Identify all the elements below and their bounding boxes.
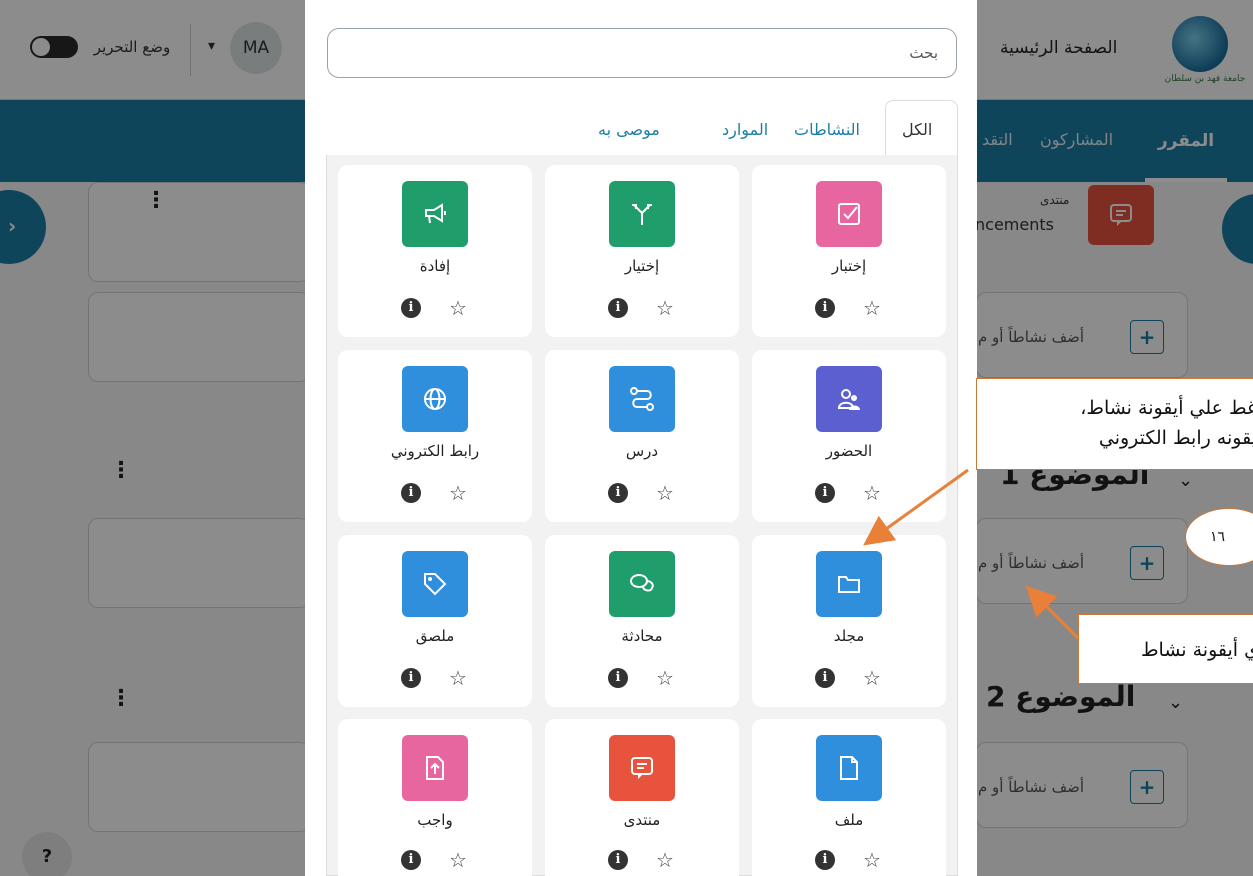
attendance-icon bbox=[816, 366, 882, 432]
activity-tile-label: رابط الكتروني bbox=[390, 442, 480, 460]
info-icon[interactable]: i bbox=[815, 850, 835, 870]
star-icon[interactable]: ☆ bbox=[863, 483, 881, 503]
callout-line: يقونه رابط الكتروني bbox=[1098, 427, 1253, 449]
search-input[interactable] bbox=[327, 28, 957, 78]
assignment-icon bbox=[402, 735, 468, 801]
instruction-callout: غط علي أيقونة نشاط، يقونه رابط الكتروني bbox=[976, 378, 1253, 470]
tab-all[interactable]: الكل bbox=[902, 120, 932, 139]
activity-tile-label: ملف bbox=[834, 811, 864, 829]
info-icon[interactable]: i bbox=[401, 668, 421, 688]
star-icon[interactable]: ☆ bbox=[656, 483, 674, 503]
tab-recommended[interactable]: موصى به bbox=[598, 120, 660, 139]
star-icon[interactable]: ☆ bbox=[449, 298, 467, 318]
activity-tile-label: ملصق bbox=[415, 627, 455, 645]
star-icon[interactable]: ☆ bbox=[449, 668, 467, 688]
star-icon[interactable]: ☆ bbox=[656, 668, 674, 688]
star-icon[interactable]: ☆ bbox=[449, 483, 467, 503]
instruction-callout: ي أيقونة نشاط bbox=[1078, 614, 1253, 684]
forum-icon bbox=[609, 735, 675, 801]
activity-tile-label: مجلد bbox=[833, 627, 865, 645]
globe-icon bbox=[402, 366, 468, 432]
megaphone-icon bbox=[402, 181, 468, 247]
chat-icon bbox=[609, 551, 675, 617]
activity-tile-label: إختبار bbox=[831, 257, 867, 275]
star-icon[interactable]: ☆ bbox=[863, 850, 881, 870]
info-icon[interactable]: i bbox=[608, 850, 628, 870]
file-icon bbox=[816, 735, 882, 801]
activity-tile-label: منتدى bbox=[623, 811, 661, 829]
tab-resources[interactable]: الموارد bbox=[722, 120, 768, 139]
info-icon[interactable]: i bbox=[608, 668, 628, 688]
info-icon[interactable]: i bbox=[815, 298, 835, 318]
info-icon[interactable]: i bbox=[608, 298, 628, 318]
info-icon[interactable]: i bbox=[401, 850, 421, 870]
activity-tile-label: درس bbox=[625, 442, 659, 460]
checkbox-icon bbox=[816, 181, 882, 247]
star-icon[interactable]: ☆ bbox=[656, 298, 674, 318]
star-icon[interactable]: ☆ bbox=[863, 668, 881, 688]
choice-icon bbox=[609, 181, 675, 247]
activity-tile-label: إفادة bbox=[419, 257, 451, 275]
info-icon[interactable]: i bbox=[815, 668, 835, 688]
activity-tile-label: الحضور bbox=[825, 442, 873, 460]
star-icon[interactable]: ☆ bbox=[863, 298, 881, 318]
info-icon[interactable]: i bbox=[401, 298, 421, 318]
info-icon[interactable]: i bbox=[815, 483, 835, 503]
info-icon[interactable]: i bbox=[608, 483, 628, 503]
tag-icon bbox=[402, 551, 468, 617]
folder-icon bbox=[816, 551, 882, 617]
tab-activities[interactable]: النشاطات bbox=[794, 120, 860, 139]
activity-tile-label: إختيار bbox=[624, 257, 660, 275]
lesson-icon bbox=[609, 366, 675, 432]
activity-tile-label: واجب bbox=[417, 811, 453, 829]
info-icon[interactable]: i bbox=[401, 483, 421, 503]
callout-line: غط علي أيقونة نشاط، bbox=[1080, 397, 1253, 419]
star-icon[interactable]: ☆ bbox=[449, 850, 467, 870]
activity-tile-label: محادثة bbox=[621, 627, 663, 645]
star-icon[interactable]: ☆ bbox=[656, 850, 674, 870]
